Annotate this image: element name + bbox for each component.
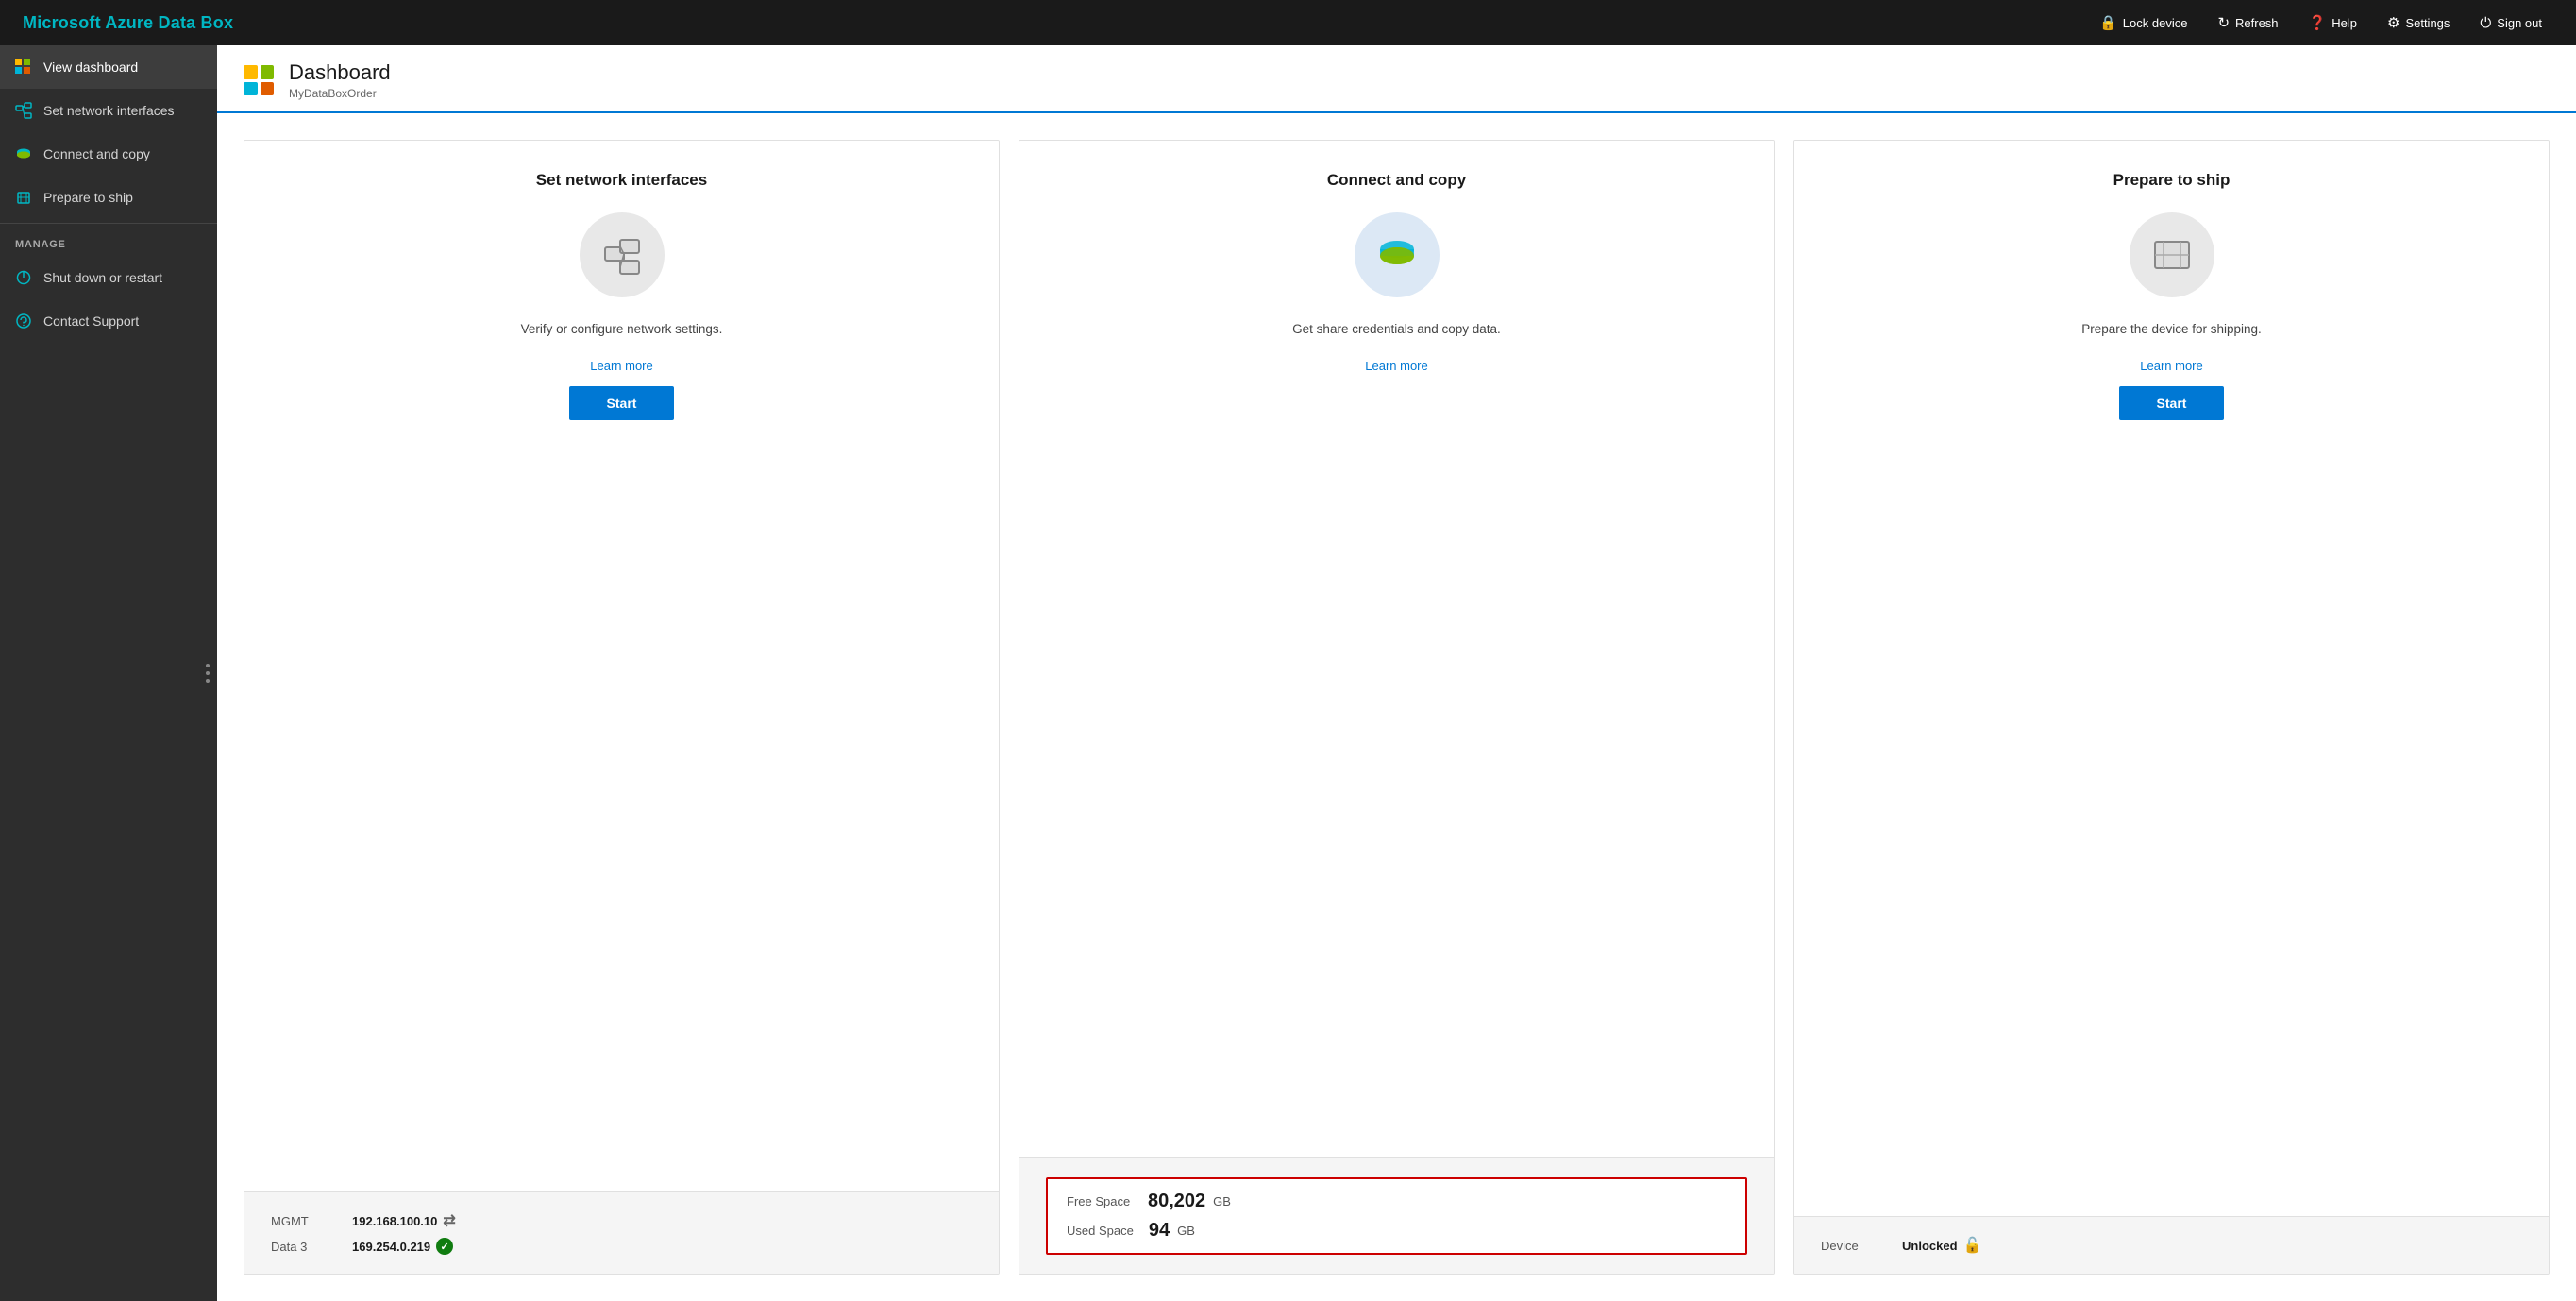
learn-more-link-copy[interactable]: Learn more (1365, 359, 1427, 373)
support-icon (15, 313, 32, 329)
sidebar-item-connect-and-copy[interactable]: Connect and copy (0, 132, 217, 176)
main-content: Dashboard MyDataBoxOrder Set network int… (217, 45, 2576, 1301)
app-title: Microsoft Azure Data Box (23, 13, 233, 33)
settings-button[interactable]: ⚙ Settings (2376, 10, 2461, 35)
card-prepare-to-ship: Prepare to ship Prepare the device for s… (1793, 140, 2550, 1275)
card-connect-and-copy: Connect and copy Get share credentials a… (1019, 140, 1775, 1275)
refresh-icon: ↻ (2217, 14, 2230, 31)
card-bottom-network: MGMT 192.168.100.10 ⇄ Data 3 169.254.0.2… (244, 1191, 999, 1274)
header: Microsoft Azure Data Box 🔒 Lock device ↻… (0, 0, 2576, 45)
copy-icon (15, 145, 32, 162)
info-label-free-space: Free Space (1067, 1194, 1133, 1208)
layout: View dashboard Set network interfaces (0, 45, 2576, 1301)
sidebar-item-label: Shut down or restart (43, 270, 162, 285)
info-value-mgmt: 192.168.100.10 ⇄ (352, 1211, 456, 1230)
info-label-data3: Data 3 (271, 1240, 337, 1254)
card-desc-network: Verify or configure network settings. (521, 320, 723, 339)
sidebar-item-label: View dashboard (43, 59, 138, 75)
sidebar-resize-handle[interactable] (206, 664, 210, 683)
power-icon (15, 269, 32, 286)
card-icon-copy (1355, 212, 1440, 297)
card-info-mgmt: MGMT 192.168.100.10 ⇄ (271, 1211, 972, 1230)
card-info-data3: Data 3 169.254.0.219 ✓ (271, 1238, 972, 1255)
info-label-used-space: Used Space (1067, 1224, 1134, 1238)
lock-device-button[interactable]: 🔒 Lock device (2088, 10, 2198, 35)
card-bottom-ship: Device Unlocked 🔓 (1794, 1216, 2549, 1274)
card-desc-ship: Prepare the device for shipping. (2081, 320, 2262, 339)
card-icon-network (580, 212, 665, 297)
dashboard-icon (244, 65, 274, 95)
card-top-copy: Connect and copy Get share credentials a… (1019, 141, 1774, 1157)
card-desc-copy: Get share credentials and copy data. (1292, 320, 1501, 339)
unlock-icon: 🔓 (1963, 1236, 1982, 1255)
card-bottom-copy: Free Space 80,202 GB Used Space 94 GB (1019, 1157, 1774, 1274)
sidebar-item-prepare-to-ship[interactable]: Prepare to ship (0, 176, 217, 219)
arrow-icon: ⇄ (443, 1211, 455, 1230)
storage-info-box: Free Space 80,202 GB Used Space 94 GB (1046, 1177, 1747, 1255)
card-icon-ship (2130, 212, 2214, 297)
signout-button[interactable]: ⏻ Sign out (2468, 10, 2553, 35)
card-top-network: Set network interfaces Verify or configu… (244, 141, 999, 1191)
refresh-button[interactable]: ↻ Refresh (2206, 10, 2289, 35)
sidebar: View dashboard Set network interfaces (0, 45, 217, 1301)
sidebar-item-set-network-interfaces[interactable]: Set network interfaces (0, 89, 217, 132)
lock-icon: 🔒 (2099, 14, 2117, 31)
page-header: Dashboard MyDataBoxOrder (217, 45, 2576, 113)
card-title-network: Set network interfaces (536, 171, 707, 190)
info-label-mgmt: MGMT (271, 1214, 337, 1228)
network-icon (15, 102, 32, 119)
page-subtitle: MyDataBoxOrder (289, 87, 391, 100)
sidebar-divider (0, 223, 217, 224)
page-title-block: Dashboard MyDataBoxOrder (289, 60, 391, 100)
card-set-network-interfaces: Set network interfaces Verify or configu… (244, 140, 1000, 1275)
gear-icon: ⚙ (2387, 14, 2399, 31)
checkmark-icon: ✓ (436, 1238, 453, 1255)
help-icon: ❓ (2309, 14, 2327, 31)
ship-icon (15, 189, 32, 206)
card-info-device: Device Unlocked 🔓 (1821, 1236, 2522, 1255)
info-label-device: Device (1821, 1239, 1887, 1253)
learn-more-link-ship[interactable]: Learn more (2140, 359, 2202, 373)
start-button-network[interactable]: Start (569, 386, 675, 420)
sidebar-item-shut-down-or-restart[interactable]: Shut down or restart (0, 256, 217, 299)
sidebar-item-label: Prepare to ship (43, 190, 133, 205)
card-info-used-space: Used Space 94 GB (1067, 1220, 1726, 1242)
cards-container: Set network interfaces Verify or configu… (217, 113, 2576, 1301)
card-top-ship: Prepare to ship Prepare the device for s… (1794, 141, 2549, 1216)
info-value-device: Unlocked 🔓 (1902, 1236, 1981, 1255)
sidebar-item-view-dashboard[interactable]: View dashboard (0, 45, 217, 89)
sidebar-item-label: Connect and copy (43, 146, 150, 161)
grid-icon (15, 59, 32, 76)
sidebar-item-contact-support[interactable]: Contact Support (0, 299, 217, 343)
header-actions: 🔒 Lock device ↻ Refresh ❓ Help ⚙ Setting… (2088, 10, 2553, 35)
signout-icon: ⏻ (2480, 15, 2491, 31)
start-button-ship[interactable]: Start (2119, 386, 2225, 420)
info-value-data3: 169.254.0.219 ✓ (352, 1238, 453, 1255)
card-title-ship: Prepare to ship (2113, 171, 2231, 190)
learn-more-link-network[interactable]: Learn more (590, 359, 652, 373)
help-button[interactable]: ❓ Help (2298, 10, 2368, 35)
card-title-copy: Connect and copy (1327, 171, 1466, 190)
manage-section-label: MANAGE (0, 228, 217, 256)
info-value-used-space: 94 GB (1149, 1220, 1195, 1242)
info-value-free-space: 80,202 GB (1148, 1191, 1231, 1212)
sidebar-item-label: Set network interfaces (43, 103, 175, 118)
sidebar-item-label: Contact Support (43, 313, 139, 329)
page-title: Dashboard (289, 60, 391, 85)
card-info-free-space: Free Space 80,202 GB (1067, 1191, 1726, 1212)
